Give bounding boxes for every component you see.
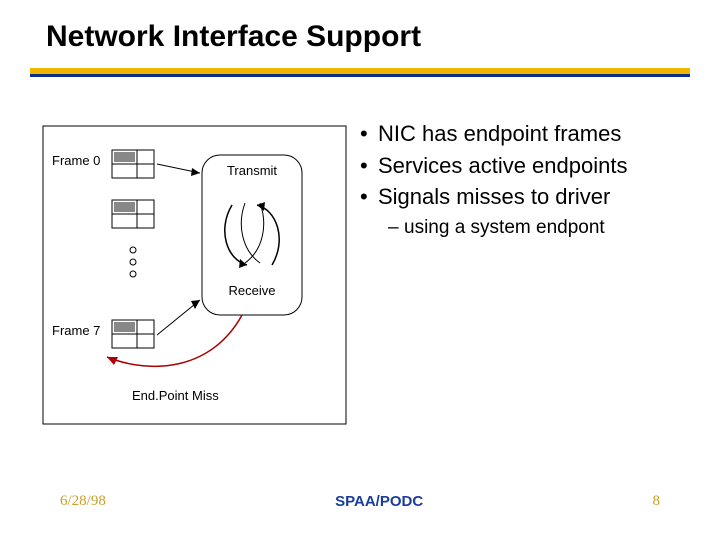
page-title: Network Interface Support xyxy=(46,20,421,54)
ellipsis-dot-icon xyxy=(130,271,136,277)
diagram-svg: Frame 0 Frame 7 xyxy=(42,125,347,425)
sub-bullet-text: using a system endpont xyxy=(404,217,605,239)
bullet-item: • Signals misses to driver xyxy=(360,183,690,211)
bullet-dot-icon: • xyxy=(360,120,378,148)
transmit-label: Transmit xyxy=(227,163,277,178)
frame0-label: Frame 0 xyxy=(52,153,100,168)
title-rule-blue xyxy=(30,74,690,77)
endpoint-frame-icon xyxy=(112,200,154,228)
dash-icon: – xyxy=(388,217,404,239)
endpoint-miss-label: End.Point Miss xyxy=(132,388,219,403)
ellipsis-dot-icon xyxy=(130,259,136,265)
sub-bullet-item: – using a system endpont xyxy=(388,217,690,239)
slide: Network Interface Support • NIC has endp… xyxy=(0,0,720,540)
bullet-dot-icon: • xyxy=(360,183,378,211)
footer-date: 6/28/98 xyxy=(60,493,106,510)
bullet-dot-icon: • xyxy=(360,152,378,180)
endpoint-frame-icon xyxy=(112,320,154,348)
endpoint-frame-icon xyxy=(112,150,154,178)
bullet-text: Signals misses to driver xyxy=(378,183,610,211)
bullet-text: Services active endpoints xyxy=(378,152,627,180)
bullet-item: • Services active endpoints xyxy=(360,152,690,180)
bullet-text: NIC has endpoint frames xyxy=(378,120,621,148)
receive-label: Receive xyxy=(229,283,276,298)
bullet-item: • NIC has endpoint frames xyxy=(360,120,690,148)
footer: 6/28/98 SPAA/PODC 8 xyxy=(0,493,720,510)
diagram: Frame 0 Frame 7 xyxy=(42,125,347,425)
frame7-label: Frame 7 xyxy=(52,323,100,338)
footer-page-number: 8 xyxy=(652,493,660,510)
footer-venue: SPAA/PODC xyxy=(335,493,423,510)
ellipsis-dot-icon xyxy=(130,247,136,253)
bullet-list: • NIC has endpoint frames • Services act… xyxy=(360,120,690,239)
